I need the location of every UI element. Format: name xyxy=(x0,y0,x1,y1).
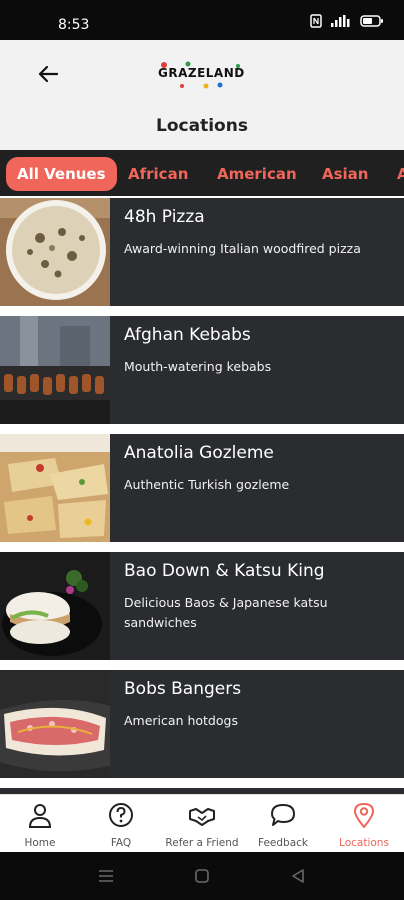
status-time: 8:53 xyxy=(58,17,90,33)
menu-icon[interactable] xyxy=(96,866,116,886)
pizza-image xyxy=(0,198,110,306)
app-header: GRAZELAND Locations xyxy=(0,40,404,150)
nav-locations[interactable]: Locations xyxy=(324,795,404,853)
tab-next[interactable]: A xyxy=(397,157,404,191)
arrow-left-icon xyxy=(38,65,59,83)
venue-list: 48h Pizza Award-winning Italian woodfire… xyxy=(0,196,404,794)
venue-name: Bobs Bangers xyxy=(124,679,242,699)
person-icon xyxy=(28,804,52,828)
question-icon xyxy=(109,803,133,827)
venue-thumbnail xyxy=(0,552,110,660)
venue-name: 48h Pizza xyxy=(124,207,205,227)
status-bar: 8:53 xyxy=(0,0,404,40)
venue-description: Authentic Turkish gozleme xyxy=(124,477,290,492)
bottom-nav: Home FAQ Refer a Friend Feedback Locatio… xyxy=(0,794,404,852)
gozleme-image xyxy=(0,434,110,542)
nfc-icon xyxy=(310,14,322,28)
back-button[interactable] xyxy=(34,60,62,88)
nav-feedback[interactable]: Feedback xyxy=(243,795,323,853)
logo-text: GRAZELAND xyxy=(158,66,245,80)
venue-description: Delicious Baos & Japanese katsu sandwich… xyxy=(124,595,328,630)
nav-label: Home xyxy=(24,837,56,849)
bao-image xyxy=(0,552,110,660)
grazeland-logo: GRAZELAND xyxy=(158,60,253,90)
venue-name: Afghan Kebabs xyxy=(124,325,251,345)
venue-thumbnail xyxy=(0,670,110,778)
venue-thumbnail xyxy=(0,198,110,306)
venue-card-afghan-kebabs[interactable]: Afghan Kebabs Mouth-watering kebabs xyxy=(0,316,404,424)
venue-description: American hotdogs xyxy=(124,713,238,728)
tab-african[interactable]: African xyxy=(128,157,188,191)
venue-thumbnail xyxy=(0,434,110,542)
status-icons xyxy=(310,14,384,28)
venue-card-bobs-bangers[interactable]: Bobs Bangers American hotdogs xyxy=(0,670,404,778)
nav-label: Refer a Friend xyxy=(165,837,239,849)
home-square-icon[interactable] xyxy=(192,866,212,886)
nav-home[interactable]: Home xyxy=(0,795,80,853)
nav-label: FAQ xyxy=(110,837,132,849)
nav-refer-a-friend[interactable]: Refer a Friend xyxy=(162,795,242,853)
speech-bubble-icon xyxy=(271,804,295,826)
category-tabs: All Venues African American Asian A xyxy=(0,150,404,196)
tab-all-venues[interactable]: All Venues xyxy=(6,157,117,191)
tab-asian[interactable]: Asian xyxy=(322,157,368,191)
venue-description: Award-winning Italian woodfired pizza xyxy=(124,241,361,256)
handshake-icon xyxy=(189,808,215,826)
venue-card-48h-pizza[interactable]: 48h Pizza Award-winning Italian woodfire… xyxy=(0,198,404,306)
venue-name: Bao Down & Katsu King xyxy=(124,561,325,581)
venue-name: Anatolia Gozleme xyxy=(124,443,274,463)
venue-card-bao-down-katsu-king[interactable]: Bao Down & Katsu King Delicious Baos & J… xyxy=(0,552,404,660)
hotdog-image xyxy=(0,670,110,778)
tab-american[interactable]: American xyxy=(217,157,297,191)
nav-label: Feedback xyxy=(257,837,308,849)
venue-card-anatolia-gozleme[interactable]: Anatolia Gozleme Authentic Turkish gozle… xyxy=(0,434,404,542)
back-triangle-icon[interactable] xyxy=(288,866,308,886)
system-nav-bar xyxy=(0,852,404,900)
venue-thumbnail xyxy=(0,316,110,424)
battery-icon xyxy=(360,15,383,27)
venue-description: Mouth-watering kebabs xyxy=(124,359,272,374)
signal-icon xyxy=(331,15,350,27)
nav-faq[interactable]: FAQ xyxy=(81,795,161,853)
page-title: Locations xyxy=(156,116,248,136)
nav-label: Locations xyxy=(339,837,389,849)
map-pin-icon xyxy=(354,803,374,828)
kebabs-image xyxy=(0,316,110,424)
